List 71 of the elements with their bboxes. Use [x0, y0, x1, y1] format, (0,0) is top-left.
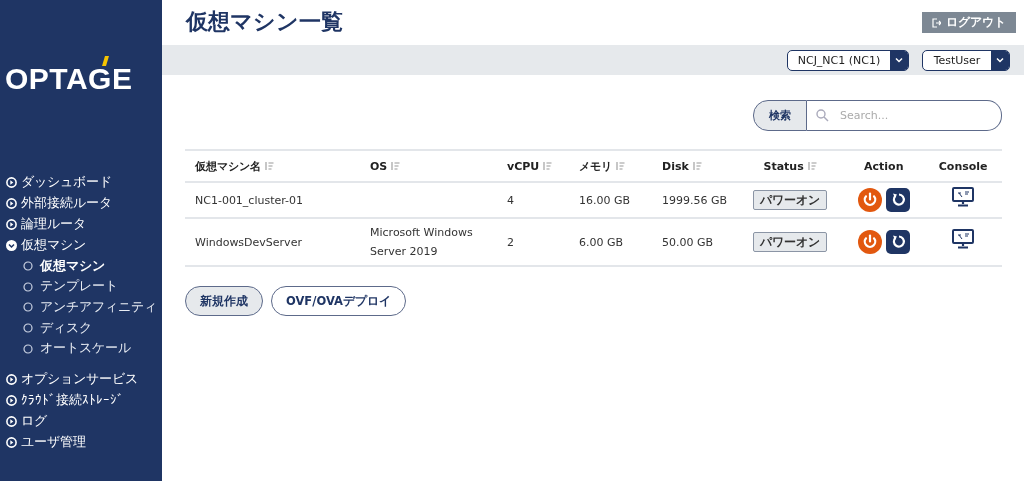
- restart-icon[interactable]: [885, 188, 910, 212]
- page-title: 仮想マシン一覧: [186, 8, 343, 36]
- circle-icon: [23, 281, 33, 292]
- power-icon[interactable]: [857, 188, 882, 212]
- search-icon: [816, 109, 829, 122]
- circle-icon: [23, 261, 33, 272]
- table-cell: 2: [497, 218, 569, 266]
- expand-icon: [6, 394, 17, 406]
- table-cell: WindowsDevServer: [185, 218, 360, 266]
- nav-item[interactable]: ダッシュボード: [0, 172, 162, 193]
- expand-icon: [6, 436, 17, 448]
- expand-icon: [6, 373, 17, 385]
- table-cell-text: Microsoft Windows Server 2019: [370, 225, 474, 260]
- nav-item[interactable]: ユーザ管理: [0, 431, 162, 453]
- sort-icon: [543, 161, 553, 170]
- logo: OPTAGE: [5, 62, 133, 95]
- column-header[interactable]: Status: [737, 150, 844, 182]
- column-header: Action: [843, 150, 925, 182]
- nav-item[interactable]: オプションサービス: [0, 368, 162, 390]
- table-cell: 4: [497, 182, 569, 218]
- sort-icon: [616, 161, 625, 170]
- status-label: パワーオン: [753, 190, 828, 210]
- power-icon[interactable]: [857, 230, 882, 254]
- nav-item[interactable]: 仮想マシン: [0, 235, 162, 256]
- circle-icon: [23, 343, 33, 354]
- expand-icon: [6, 219, 17, 230]
- search-button[interactable]: 検索: [753, 100, 807, 131]
- column-header[interactable]: Disk: [652, 150, 738, 182]
- column-header[interactable]: 仮想マシン名: [185, 150, 360, 182]
- nav-item[interactable]: ｸﾗｳﾄﾞ接続ｽﾄﾚｰｼﾞ: [0, 389, 162, 411]
- nav-item[interactable]: 論理ルータ: [0, 214, 162, 235]
- collapse-icon: [6, 240, 17, 251]
- deploy-button[interactable]: OVF/OVAデプロイ: [271, 286, 406, 316]
- nav-subitem[interactable]: アンチアフィニティ: [0, 297, 162, 318]
- nav-subitem[interactable]: オートスケール: [0, 338, 162, 359]
- monitor-icon[interactable]: [952, 229, 975, 249]
- create-button[interactable]: 新規作成: [185, 286, 263, 316]
- circle-icon: [23, 323, 33, 334]
- table-cell: 6.00 GB: [569, 218, 652, 266]
- user-select[interactable]: TestUser: [922, 49, 1010, 71]
- sort-icon: [391, 161, 401, 170]
- column-header[interactable]: vCPU: [497, 150, 569, 182]
- caret-icon: [895, 57, 903, 63]
- expand-icon: [6, 415, 17, 427]
- nav-subitem[interactable]: 仮想マシン: [0, 256, 162, 277]
- sort-icon: [265, 161, 274, 170]
- table-cell: 50.00 GB: [652, 218, 738, 266]
- column-header[interactable]: OS: [360, 150, 497, 182]
- expand-icon: [6, 177, 17, 188]
- logo-accent-icon: [102, 56, 109, 66]
- circle-icon: [23, 302, 33, 313]
- logout-icon: [932, 17, 941, 28]
- restart-icon[interactable]: [885, 230, 910, 254]
- nav-item[interactable]: ログ: [0, 410, 162, 432]
- status-label: パワーオン: [753, 232, 828, 252]
- sort-icon: [807, 161, 817, 170]
- table-cell: NC1-001_cluster-01: [185, 182, 360, 218]
- sort-icon: [692, 161, 702, 170]
- caret-icon: [996, 57, 1004, 63]
- table-cell: 16.00 GB: [569, 182, 652, 218]
- project-select[interactable]: NCJ_NC1 (NC1): [787, 49, 909, 71]
- column-header[interactable]: メモリ: [569, 150, 652, 182]
- table-cell: 1999.56 GB: [652, 182, 738, 218]
- column-header: Console: [924, 150, 1002, 182]
- nav-subitem[interactable]: ディスク: [0, 317, 162, 339]
- search-field[interactable]: Search...: [807, 100, 1002, 131]
- monitor-icon[interactable]: [952, 187, 975, 207]
- logout-button[interactable]: ログアウト: [922, 12, 1016, 33]
- nav-item[interactable]: 外部接続ルータ: [0, 193, 162, 214]
- expand-icon: [6, 198, 17, 209]
- nav-subitem[interactable]: テンプレート: [0, 276, 162, 298]
